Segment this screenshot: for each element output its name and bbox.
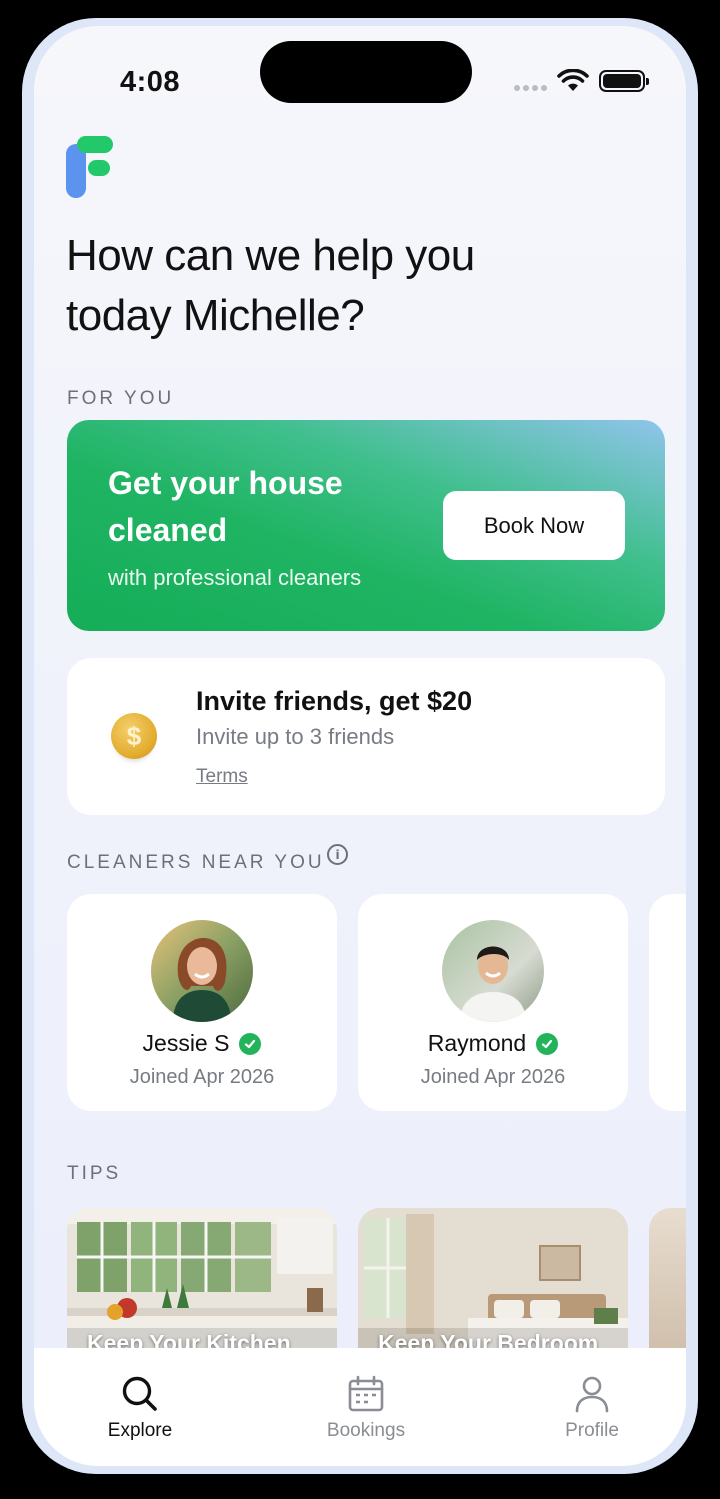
wifi-icon <box>557 69 589 91</box>
cleaner-joined-date: Joined Apr 2026 <box>420 1066 566 1088</box>
person-icon <box>575 1376 609 1413</box>
section-label-cleaners-near-you: CLEANERS NEAR YOU <box>67 852 325 873</box>
promo-subtitle: with professional cleaners <box>108 565 362 590</box>
dynamic-island <box>260 41 472 103</box>
info-icon[interactable]: i <box>327 844 348 865</box>
tab-profile[interactable]: Profile <box>522 1374 662 1442</box>
cleaner-card[interactable]: Jessie S Joined Apr 2026 <box>67 894 337 1111</box>
phone-frame: 4:08 How can we help you today Michelle?… <box>22 18 698 1474</box>
verified-check-icon <box>536 1032 559 1055</box>
greeting-headline: How can we help you today Michelle? <box>66 231 475 340</box>
tab-label: Explore <box>107 1420 173 1441</box>
cleaner-joined-date: Joined Apr 2026 <box>129 1066 275 1088</box>
section-label-for-you: FOR YOU <box>67 388 175 409</box>
avatar <box>151 920 253 1022</box>
cellular-signal-icon <box>514 85 547 91</box>
search-icon <box>122 1376 157 1411</box>
cleaner-name: Raymond <box>427 1030 527 1056</box>
calendar-icon <box>348 1375 384 1412</box>
bottom-tab-bar: Explore Bookings Profile <box>34 1348 686 1466</box>
book-now-button[interactable]: Book Now <box>443 491 625 560</box>
app-screen: 4:08 How can we help you today Michelle?… <box>34 26 686 1466</box>
invite-friends-card[interactable]: $ Invite friends, get $20 Invite up to 3… <box>67 658 665 815</box>
battery-icon <box>599 70 649 92</box>
cleaner-name-row: Raymond <box>358 1030 628 1057</box>
section-label-tips: TIPS <box>67 1163 122 1184</box>
avatar <box>442 920 544 1022</box>
cleaner-card-partial[interactable] <box>649 894 686 1111</box>
invite-subtitle: Invite up to 3 friends <box>196 724 395 749</box>
terms-link[interactable]: Terms <box>196 766 248 788</box>
promo-card[interactable]: Get your house cleaned with professional… <box>67 420 665 631</box>
coin-icon: $ <box>111 713 157 759</box>
status-time: 4:08 <box>120 66 181 98</box>
cleaner-name: Jessie S <box>142 1030 230 1056</box>
cleaner-name-row: Jessie S <box>67 1030 337 1057</box>
tab-label: Profile <box>565 1420 619 1441</box>
promo-title: Get your house cleaned <box>108 465 343 548</box>
verified-check-icon <box>239 1032 262 1055</box>
cleaner-card[interactable]: Raymond Joined Apr 2026 <box>358 894 628 1111</box>
app-logo <box>66 136 118 198</box>
tab-label: Bookings <box>326 1420 406 1441</box>
tab-bookings[interactable]: Bookings <box>296 1374 436 1442</box>
tab-explore[interactable]: Explore <box>70 1374 210 1442</box>
invite-title: Invite friends, get $20 <box>196 686 473 716</box>
